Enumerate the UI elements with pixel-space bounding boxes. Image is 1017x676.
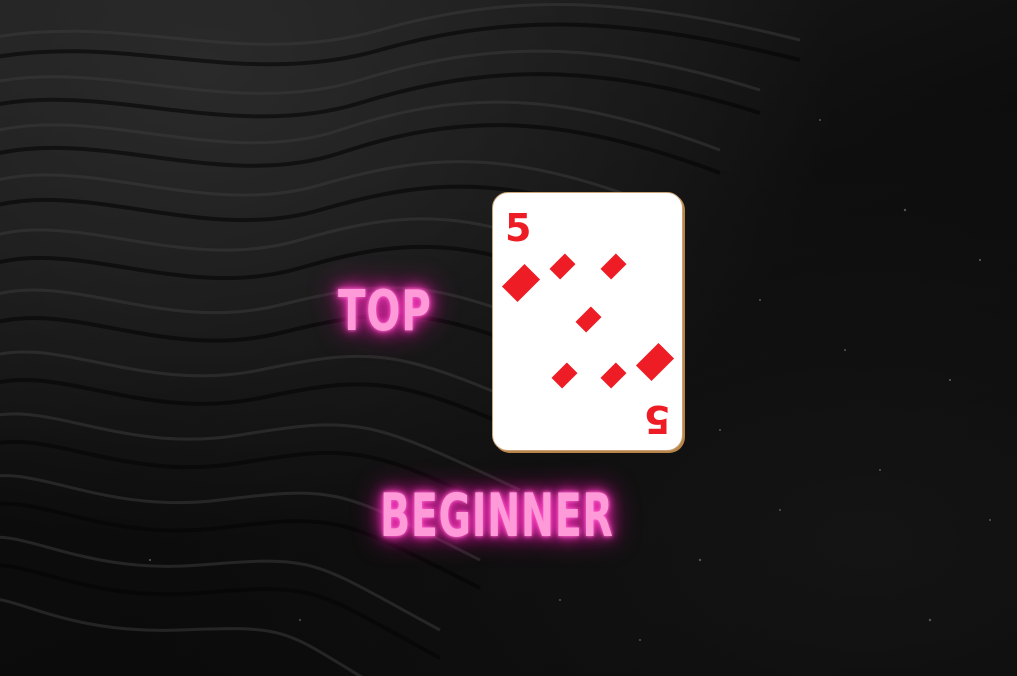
diamond-icon	[575, 306, 602, 333]
diamond-icon	[600, 253, 627, 280]
diamond-icon	[635, 342, 675, 382]
neon-title-top: TOP	[338, 279, 432, 344]
card-rank-bottom: 5	[643, 397, 670, 441]
playing-card: 5 5	[492, 192, 683, 451]
diamond-icon	[501, 263, 541, 303]
diamond-icon	[600, 362, 627, 389]
card-rank-top: 5	[505, 206, 532, 250]
sand-background: TOP 5 5 BEGINNER	[0, 0, 1017, 676]
diamond-icon	[551, 362, 578, 389]
neon-title-bottom: BEGINNER	[380, 481, 614, 551]
diamond-icon	[549, 253, 576, 280]
